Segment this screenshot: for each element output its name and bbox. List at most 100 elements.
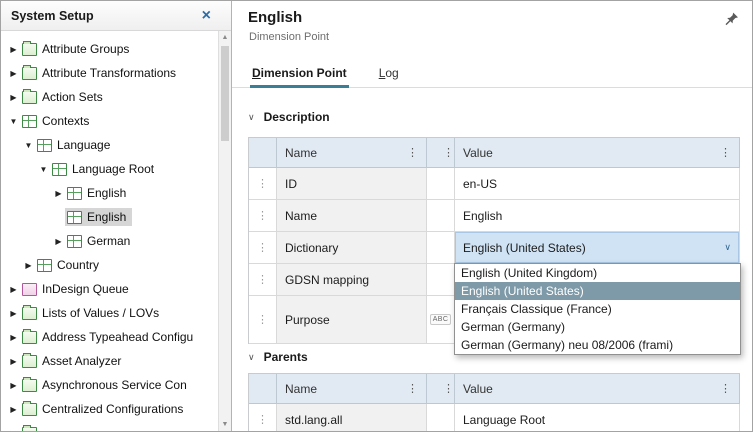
collapse-arrow-icon[interactable]: ▼ — [22, 141, 35, 150]
folder-icon — [22, 355, 37, 368]
tree-item-lists-of-values[interactable]: ▶ Lists of Values / LOVs — [1, 301, 218, 325]
panel-header: System Setup × — [1, 1, 231, 31]
column-menu-icon[interactable]: ⋮ — [720, 382, 731, 395]
parents-table: Name ⋮ ⋮ Value ⋮ ⋮ std.lang.all Language… — [248, 373, 740, 432]
tree-item-language-root[interactable]: ▼ Language Root — [1, 157, 218, 181]
column-menu-icon[interactable]: ⋮ — [407, 382, 418, 395]
row-drag-handle[interactable]: ⋮ — [249, 264, 277, 296]
page-subtitle: Dimension Point — [249, 31, 329, 43]
tree-item-indesign-queue[interactable]: ▶ InDesign Queue — [1, 277, 218, 301]
attribute-type-cell — [427, 264, 455, 296]
tree-item-language[interactable]: ▼ Language — [1, 133, 218, 157]
expand-arrow-icon[interactable]: ▶ — [52, 189, 65, 198]
scrollbar-thumb[interactable] — [221, 46, 229, 141]
table-icon — [67, 235, 82, 248]
folder-icon — [22, 43, 37, 56]
collapse-arrow-icon[interactable]: ▼ — [37, 165, 50, 174]
row-drag-handle[interactable]: ⋮ — [249, 200, 277, 232]
attribute-name-cell: Dictionary — [277, 232, 427, 264]
table-icon — [52, 163, 67, 176]
tab-dimension-point[interactable]: Dimension Point — [250, 61, 349, 88]
tree-item-attribute-groups[interactable]: ▶ Attribute Groups — [1, 37, 218, 61]
column-menu-icon[interactable]: ⋮ — [443, 146, 454, 159]
tree-item-german[interactable]: ▶ German — [1, 229, 218, 253]
dropdown-option[interactable]: English (United Kingdom) — [455, 264, 740, 282]
attribute-type-cell — [427, 200, 455, 232]
header-handle-cell — [249, 374, 277, 404]
expand-arrow-icon[interactable]: ▶ — [52, 237, 65, 246]
combo-arrow-icon[interactable]: ∨ — [724, 242, 731, 253]
expand-arrow-icon[interactable]: ▶ — [7, 381, 20, 390]
column-menu-icon[interactable]: ⋮ — [443, 382, 454, 395]
attribute-value-cell[interactable]: en-US — [455, 168, 740, 200]
tree-item-address-typeahead[interactable]: ▶ Address Typeahead Configu — [1, 325, 218, 349]
column-menu-icon[interactable]: ⋮ — [720, 146, 731, 159]
column-header-type: ⋮ — [427, 374, 455, 404]
attribute-type-cell — [427, 232, 455, 264]
collapse-arrow-icon[interactable]: ▼ — [7, 117, 20, 126]
column-header-value: Value ⋮ — [455, 374, 740, 404]
row-drag-handle[interactable]: ⋮ — [249, 168, 277, 200]
tab-bar: Dimension Point Log — [232, 61, 752, 88]
chevron-down-icon[interactable]: ∨ — [248, 352, 255, 363]
expand-arrow-icon[interactable]: ▶ — [7, 93, 20, 102]
expand-arrow-icon[interactable]: ▶ — [7, 45, 20, 54]
panel-title: System Setup — [11, 9, 202, 23]
expand-arrow-icon[interactable]: ▶ — [7, 309, 20, 318]
expand-arrow-icon[interactable]: ▶ — [7, 429, 20, 432]
table-icon — [22, 115, 37, 128]
row-drag-handle[interactable]: ⋮ — [249, 232, 277, 264]
expand-arrow-icon[interactable]: ▶ — [7, 357, 20, 366]
attribute-name-cell: Purpose — [277, 296, 427, 344]
tree-item-centralized-configurations[interactable]: ▶ Centralized Configurations — [1, 397, 218, 421]
parent-name-cell: std.lang.all — [277, 404, 427, 432]
dropdown-option[interactable]: Français Classique (France) — [455, 300, 740, 318]
tree-scrollbar[interactable]: ▲ ▼ — [218, 31, 231, 431]
tree-item-country[interactable]: ▶ Country — [1, 253, 218, 277]
chevron-down-icon[interactable]: ∨ — [248, 112, 255, 123]
tab-log[interactable]: Log — [377, 61, 401, 88]
scroll-up-icon[interactable]: ▲ — [222, 34, 229, 41]
folder-icon — [22, 307, 37, 320]
dictionary-combobox[interactable]: English (United States) ∨ — [455, 232, 740, 264]
attribute-value-cell[interactable]: English — [455, 200, 740, 232]
table-icon — [37, 259, 52, 272]
column-menu-icon[interactable]: ⋮ — [407, 146, 418, 159]
attribute-name-cell: Name — [277, 200, 427, 232]
tree-item-contexts[interactable]: ▼ Contexts — [1, 109, 218, 133]
scroll-down-icon[interactable]: ▼ — [222, 421, 229, 428]
table-icon — [67, 211, 82, 224]
selected-tree-item[interactable]: English — [65, 208, 132, 226]
attribute-name-cell: GDSN mapping — [277, 264, 427, 296]
tree-item-asynchronous-service[interactable]: ▶ Asynchronous Service Con — [1, 373, 218, 397]
expand-arrow-icon[interactable]: ▶ — [7, 69, 20, 78]
parent-value-cell[interactable]: Language Root — [455, 404, 740, 432]
tree-item-partial[interactable]: ▶ — [1, 421, 218, 431]
column-header-name: Name ⋮ — [277, 374, 427, 404]
tree-item-asset-analyzer[interactable]: ▶ Asset Analyzer — [1, 349, 218, 373]
row-drag-handle[interactable]: ⋮ — [249, 296, 277, 344]
description-header[interactable]: ∨ Description — [248, 107, 740, 127]
table-icon — [37, 139, 52, 152]
dropdown-option[interactable]: German (Germany) — [455, 318, 740, 336]
tree-item-english-selected[interactable]: English — [1, 205, 218, 229]
tree-item-attribute-transformations[interactable]: ▶ Attribute Transformations — [1, 61, 218, 85]
row-drag-handle[interactable]: ⋮ — [249, 404, 277, 432]
dropdown-option[interactable]: German (Germany) neu 08/2006 (frami) — [455, 336, 740, 354]
parents-section: ∨ Parents Name ⋮ ⋮ Value ⋮ ⋮ std.lang.al… — [248, 347, 740, 432]
column-header-type: ⋮ — [427, 138, 455, 168]
expand-arrow-icon[interactable]: ▶ — [7, 333, 20, 342]
tree-item-action-sets[interactable]: ▶ Action Sets — [1, 85, 218, 109]
table-icon — [67, 187, 82, 200]
column-header-value: Value ⋮ — [455, 138, 740, 168]
expand-arrow-icon[interactable]: ▶ — [7, 405, 20, 414]
dropdown-option-selected[interactable]: English (United States) — [455, 282, 740, 300]
expand-arrow-icon[interactable]: ▶ — [22, 261, 35, 270]
expand-arrow-icon[interactable]: ▶ — [7, 285, 20, 294]
system-setup-panel: System Setup × ▶ Attribute Groups ▶ Attr… — [1, 1, 232, 431]
parent-type-cell — [427, 404, 455, 432]
folder-icon — [22, 91, 37, 104]
close-icon[interactable]: × — [202, 8, 211, 24]
pin-icon[interactable] — [724, 11, 740, 27]
tree-item-english-1[interactable]: ▶ English — [1, 181, 218, 205]
